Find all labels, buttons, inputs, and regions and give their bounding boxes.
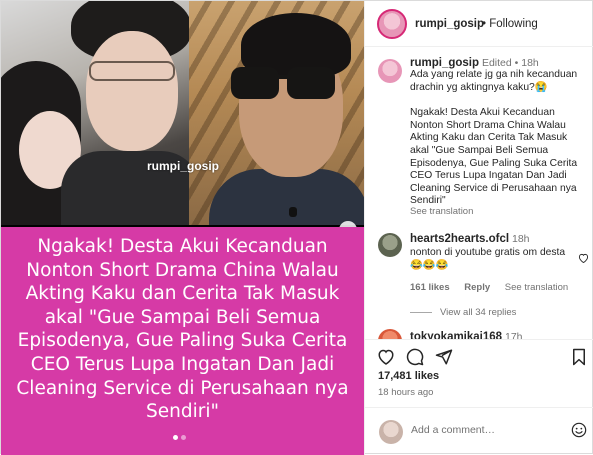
separator-dot: • (514, 57, 519, 69)
reply-button[interactable]: Reply (464, 282, 490, 293)
headline-banner: Ngakak! Desta Akui Kecanduan Nonton Shor… (1, 227, 364, 455)
edited-label: Edited (481, 57, 512, 69)
share-icon[interactable] (435, 348, 453, 366)
caption-line-1: Ada yang relate jg ga nih kecanduan drac… (410, 69, 578, 93)
comment-likes[interactable]: 161 likes (410, 282, 450, 293)
carousel-dot (181, 435, 186, 440)
action-icons (377, 348, 453, 366)
commenter-username[interactable]: hearts2hearts.ofcl (410, 233, 509, 245)
post-media[interactable]: rumpi_gosip › Ngakak! Desta Akui Kecandu… (1, 1, 364, 455)
following-status[interactable]: • Following (482, 18, 538, 30)
comment-time[interactable]: 17h (505, 331, 523, 339)
comments-panel[interactable]: rumpi_gosip Edited • 18h Ada yang relate… (365, 47, 593, 339)
comment-time[interactable]: 18h (512, 233, 530, 245)
author-username[interactable]: rumpi_gosip (415, 18, 484, 30)
carousel-dot-active (173, 435, 178, 440)
commenter-username[interactable]: tokyokamikai168 (410, 331, 502, 339)
post-header: rumpi_gosip • Following (365, 1, 593, 47)
caption-line-2: Ngakak! Desta Akui Kecanduan Nonton Shor… (410, 107, 578, 207)
add-comment-input[interactable] (411, 424, 561, 436)
view-replies-label: View all 34 replies (440, 307, 517, 318)
comment-text: nonton di youtube gratis om desta 😂😂😂 (410, 247, 566, 271)
caption-header: rumpi_gosip Edited • 18h (410, 57, 539, 69)
commenter-avatar[interactable] (378, 233, 402, 257)
caption-time[interactable]: 18h (521, 57, 539, 69)
viewer-avatar (379, 420, 403, 444)
desta-photo (189, 1, 364, 225)
likes-count[interactable]: 17,481 likes (378, 370, 439, 382)
heart-icon[interactable] (377, 348, 395, 366)
drama-still-image (1, 1, 201, 225)
comment-meta: 161 likes Reply See translation (410, 282, 580, 293)
replies-line-divider (410, 312, 432, 313)
instagram-post: rumpi_gosip › Ngakak! Desta Akui Kecandu… (0, 0, 593, 455)
following-label: Following (489, 18, 538, 30)
post-sidebar: rumpi_gosip • Following rumpi_gosip Edit… (364, 1, 593, 455)
commenter-avatar[interactable] (378, 329, 402, 339)
caption-text: Ada yang relate jg ga nih kecanduan drac… (410, 69, 588, 221)
watermark-text: rumpi_gosip (147, 159, 220, 173)
microphone-icon (289, 207, 297, 217)
carousel-dots (173, 435, 186, 440)
caption-see-translation[interactable]: See translation (410, 206, 473, 217)
caption-username[interactable]: rumpi_gosip (410, 57, 479, 69)
comment-see-translation[interactable]: See translation (505, 282, 568, 293)
bookmark-icon[interactable] (571, 348, 587, 366)
view-replies-button[interactable]: View all 34 replies (410, 307, 516, 318)
comment-icon[interactable] (406, 348, 424, 366)
comment-like-icon[interactable] (578, 253, 589, 266)
author-avatar[interactable] (377, 9, 407, 39)
comment-header: hearts2hearts.ofcl 18h (410, 233, 530, 245)
post-photo: rumpi_gosip (1, 1, 364, 225)
caption-avatar[interactable] (378, 59, 402, 83)
comment-header: tokyokamikai168 17h (410, 331, 523, 339)
headline-text: Ngakak! Desta Akui Kecanduan Nonton Shor… (16, 236, 349, 423)
post-timestamp[interactable]: 18 hours ago (378, 387, 433, 398)
emoji-icon[interactable] (571, 422, 587, 443)
separator-dot: • (482, 18, 487, 30)
add-comment-bar (365, 407, 593, 455)
